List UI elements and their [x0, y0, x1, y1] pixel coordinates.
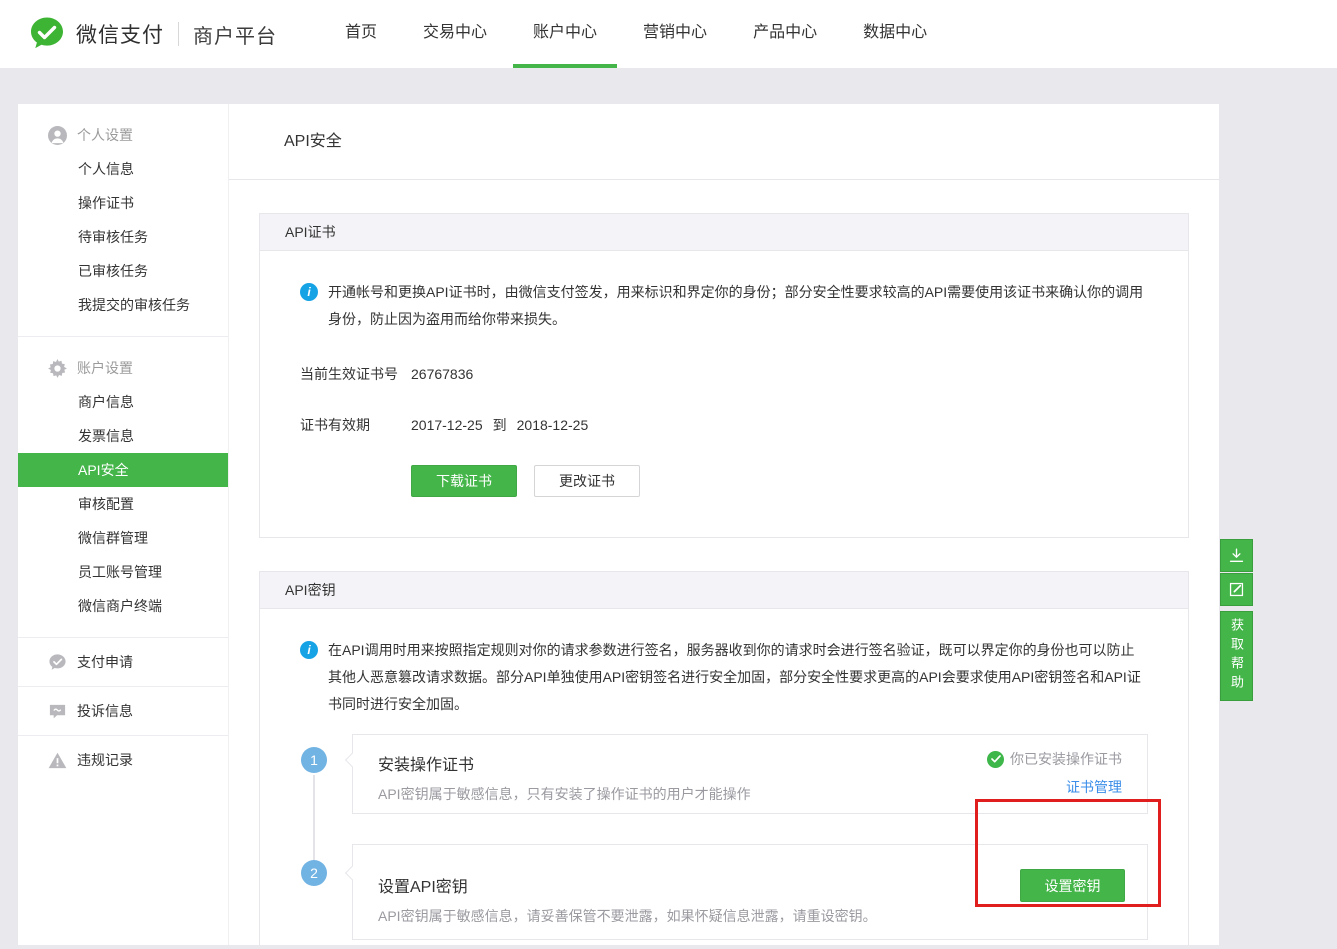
api-cert-card-header: API证书	[260, 214, 1188, 251]
sidebar-item-operation-cert[interactable]: 操作证书	[18, 186, 228, 220]
brand-subtitle: 商户平台	[193, 20, 277, 49]
sidebar-header-account: 账户设置	[18, 351, 228, 385]
sidebar-section-violation: 违规记录	[18, 736, 228, 784]
nav-item-transaction-center[interactable]: 交易中心	[403, 0, 507, 68]
sidebar-item-reviewed-tasks[interactable]: 已审核任务	[18, 254, 228, 288]
api-cert-card-body: i 开通帐号和更换API证书时，由微信支付签发，用来标识和界定你的身份；部分安全…	[260, 251, 1188, 537]
chat-bubble-icon	[48, 702, 67, 721]
sidebar-item-staff-account-mgmt[interactable]: 员工账号管理	[18, 555, 228, 589]
check-circle-icon	[987, 751, 1004, 768]
sidebar-header-violation[interactable]: 违规记录	[18, 743, 228, 777]
sidebar-section-title: 投诉信息	[77, 701, 133, 721]
sidebar-item-invoice-info[interactable]: 发票信息	[18, 419, 228, 453]
sidebar-section-complaint: 投诉信息	[18, 687, 228, 736]
brand-title: 微信支付	[76, 19, 164, 49]
step-1-desc: API密钥属于敏感信息，只有安装了操作证书的用户才能操作	[378, 784, 1122, 804]
cert-validity-joiner: 到	[493, 415, 507, 435]
sidebar-item-wechat-group-mgmt[interactable]: 微信群管理	[18, 521, 228, 555]
download-icon	[1228, 547, 1245, 564]
badge-check-icon	[48, 653, 67, 672]
step-1-status-text: 你已安装操作证书	[1010, 749, 1122, 769]
step-2-title: 设置API密钥	[378, 873, 1122, 897]
page-title: API安全	[229, 104, 1219, 180]
sidebar: 个人设置 个人信息 操作证书 待审核任务 已审核任务 我提交的审核任务 账户设置…	[18, 104, 228, 945]
sidebar-section-title: 账户设置	[77, 358, 133, 378]
info-icon: i	[300, 641, 318, 659]
cert-number-row: 当前生效证书号 26767836	[300, 364, 1148, 384]
set-api-key-button[interactable]: 设置密钥	[1020, 869, 1125, 902]
cert-number-value: 26767836	[411, 366, 473, 382]
api-key-card-header: API密钥	[260, 572, 1188, 609]
api-key-card: API密钥 i 在API调用时用来按照指定规则对你的请求参数进行签名，服务器收到…	[259, 571, 1189, 945]
gear-icon	[48, 359, 67, 378]
edit-icon	[1228, 581, 1245, 598]
sidebar-header-payment-apply[interactable]: 支付申请	[18, 645, 228, 679]
cert-management-link[interactable]: 证书管理	[1066, 777, 1122, 797]
step-2-notch	[345, 866, 359, 880]
step-set-api-key: 2 设置API密钥 API密钥属于敏感信息，请妥善保管不要泄露，如果怀疑信息泄露…	[352, 844, 1148, 940]
step-1-badge: 1	[301, 747, 327, 773]
download-shortcut-button[interactable]	[1220, 539, 1253, 572]
sidebar-section-title: 个人设置	[77, 125, 133, 145]
nav-item-product-center[interactable]: 产品中心	[733, 0, 837, 68]
nav-item-marketing-center[interactable]: 营销中心	[623, 0, 727, 68]
cert-validity-row: 证书有效期 2017-12-25 到 2018-12-25	[300, 415, 1148, 435]
cert-validity-to: 2018-12-25	[517, 417, 589, 433]
step-1-notch	[345, 753, 359, 767]
nav-item-home[interactable]: 首页	[325, 0, 397, 68]
sidebar-item-review-config[interactable]: 审核配置	[18, 487, 228, 521]
brand-divider	[178, 22, 179, 46]
user-icon	[48, 126, 67, 145]
sidebar-section-title: 支付申请	[77, 652, 133, 672]
cert-number-label: 当前生效证书号	[300, 364, 411, 384]
sidebar-section-personal: 个人设置 个人信息 操作证书 待审核任务 已审核任务 我提交的审核任务	[18, 104, 228, 337]
floating-help-widget: 获取帮助	[1220, 539, 1253, 701]
cert-buttons-row: 下载证书 更改证书	[411, 465, 1148, 497]
step-2-desc: API密钥属于敏感信息，请妥善保管不要泄露，如果怀疑信息泄露，请重设密钥。	[378, 906, 1122, 926]
cert-info-text: 开通帐号和更换API证书时，由微信支付签发，用来标识和界定你的身份；部分安全性要…	[328, 279, 1148, 333]
sidebar-item-my-submitted-tasks[interactable]: 我提交的审核任务	[18, 288, 228, 322]
change-cert-button[interactable]: 更改证书	[534, 465, 640, 497]
sidebar-header-complaint[interactable]: 投诉信息	[18, 694, 228, 728]
sidebar-item-merchant-info[interactable]: 商户信息	[18, 385, 228, 419]
get-help-button[interactable]: 获取帮助	[1220, 611, 1253, 701]
sidebar-item-api-security[interactable]: API安全	[18, 453, 228, 487]
sidebar-section-account: 账户设置 商户信息 发票信息 API安全 审核配置 微信群管理 员工账号管理 微…	[18, 337, 228, 638]
step-install-cert: 1 安装操作证书 API密钥属于敏感信息，只有安装了操作证书的用户才能操作 你已…	[352, 734, 1148, 814]
main-content: API安全 API证书 i 开通帐号和更换API证书时，由微信支付签发，用来标识…	[228, 104, 1219, 945]
cert-validity-from: 2017-12-25	[411, 417, 483, 433]
sidebar-item-wechat-merchant-terminal[interactable]: 微信商户终端	[18, 589, 228, 623]
brand: 微信支付 商户平台	[28, 0, 277, 68]
feedback-shortcut-button[interactable]	[1220, 573, 1253, 606]
warning-icon	[48, 751, 67, 770]
main-nav: 首页 交易中心 账户中心 营销中心 产品中心 数据中心	[322, 0, 950, 68]
step-2-badge: 2	[301, 860, 327, 886]
download-cert-button[interactable]: 下载证书	[411, 465, 517, 497]
sidebar-section-payment-apply: 支付申请	[18, 638, 228, 687]
key-info-text: 在API调用时用来按照指定规则对你的请求参数进行签名，服务器收到你的请求时会进行…	[328, 637, 1148, 718]
api-key-card-body: i 在API调用时用来按照指定规则对你的请求参数进行签名，服务器收到你的请求时会…	[260, 609, 1188, 945]
api-cert-card: API证书 i 开通帐号和更换API证书时，由微信支付签发，用来标识和界定你的身…	[259, 213, 1189, 538]
sidebar-item-pending-tasks[interactable]: 待审核任务	[18, 220, 228, 254]
wechat-pay-logo-icon	[28, 15, 66, 53]
nav-item-data-center[interactable]: 数据中心	[843, 0, 947, 68]
key-info-row: i 在API调用时用来按照指定规则对你的请求参数进行签名，服务器收到你的请求时会…	[300, 637, 1148, 718]
top-header: 微信支付 商户平台 首页 交易中心 账户中心 营销中心 产品中心 数据中心	[0, 0, 1337, 68]
sidebar-item-personal-info[interactable]: 个人信息	[18, 152, 228, 186]
sidebar-section-title: 违规记录	[77, 750, 133, 770]
step-1-status: 你已安装操作证书	[987, 749, 1122, 769]
cert-info-row: i 开通帐号和更换API证书时，由微信支付签发，用来标识和界定你的身份；部分安全…	[300, 279, 1148, 333]
cert-validity-label: 证书有效期	[300, 415, 411, 435]
info-icon: i	[300, 283, 318, 301]
sidebar-header-personal: 个人设置	[18, 118, 228, 152]
nav-item-account-center[interactable]: 账户中心	[513, 0, 617, 68]
api-key-steps: 1 安装操作证书 API密钥属于敏感信息，只有安装了操作证书的用户才能操作 你已…	[352, 734, 1148, 940]
